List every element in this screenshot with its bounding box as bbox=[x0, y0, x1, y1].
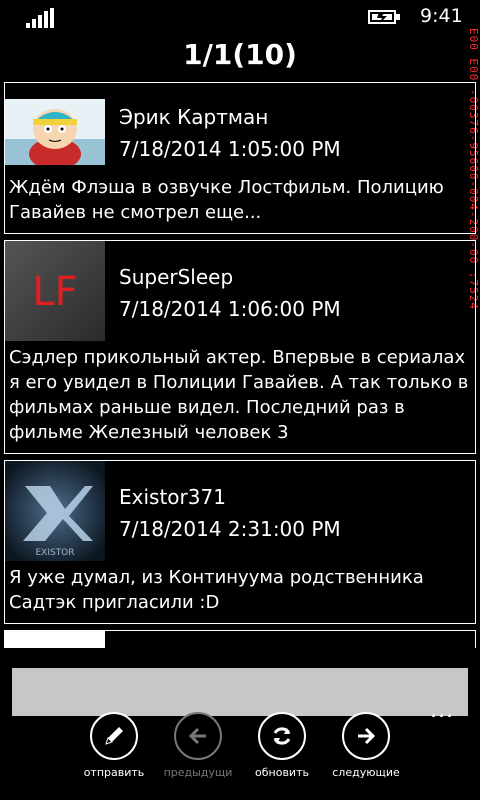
comment-card[interactable]: LF SuperSleep 7/18/2014 1:06:00 PM Сэдле… bbox=[4, 240, 476, 454]
comment-date: 7/18/2014 1:05:00 PM bbox=[119, 137, 341, 161]
more-icon[interactable]: ... bbox=[430, 698, 454, 723]
previous-button-label: предыдущи bbox=[163, 766, 233, 779]
comment-date: 7/18/2014 2:31:00 PM bbox=[119, 517, 341, 541]
comment-card[interactable] bbox=[4, 630, 476, 648]
send-button-label: отправить bbox=[83, 766, 145, 779]
status-bar: 9:41 bbox=[0, 0, 480, 32]
battery-charging-icon bbox=[368, 10, 400, 24]
refresh-button[interactable]: обновить bbox=[242, 712, 322, 779]
previous-button[interactable]: предыдущи bbox=[158, 712, 238, 779]
avatar bbox=[5, 99, 105, 165]
comment-text: Ждём Флэша в озвучке Лостфильм. Полицию … bbox=[9, 177, 444, 223]
arrow-right-icon bbox=[358, 727, 376, 745]
avatar-logo-text: EXISTOR bbox=[35, 548, 74, 558]
comment-card[interactable]: EXISTOR Existor371 7/18/2014 2:31:00 PM … bbox=[4, 460, 476, 624]
arrow-left-icon bbox=[188, 727, 206, 745]
avatar: EXISTOR bbox=[5, 461, 105, 561]
avatar-logo-text: LF bbox=[32, 269, 77, 315]
comment-text: Я уже думал, из Континуума родственника … bbox=[9, 567, 424, 613]
send-button[interactable]: отправить bbox=[74, 712, 154, 779]
comment-input[interactable] bbox=[12, 668, 468, 716]
comment-author: SuperSleep bbox=[119, 265, 234, 289]
next-button[interactable]: следующие bbox=[326, 712, 406, 779]
comment-author: Эрик Картман bbox=[119, 105, 269, 129]
refresh-button-label: обновить bbox=[255, 766, 309, 779]
avatar bbox=[5, 631, 105, 648]
next-button-label: следующие bbox=[332, 766, 400, 779]
comment-author: Existor371 bbox=[119, 485, 226, 509]
comment-text: Сэдлер прикольный актер. Впервые в сериа… bbox=[9, 347, 469, 443]
comment-date: 7/18/2014 1:06:00 PM bbox=[119, 297, 341, 321]
avatar: LF bbox=[5, 241, 105, 341]
comments-list[interactable]: Эрик Картман 7/18/2014 1:05:00 PM Ждём Ф… bbox=[4, 82, 476, 654]
clock: 9:41 bbox=[420, 5, 463, 27]
pencil-icon bbox=[105, 727, 123, 745]
refresh-icon bbox=[273, 727, 291, 745]
page-title: 1/1(10) bbox=[183, 38, 297, 71]
comment-card[interactable]: Эрик Картман 7/18/2014 1:05:00 PM Ждём Ф… bbox=[4, 82, 476, 234]
signal-bars-icon bbox=[26, 8, 54, 28]
